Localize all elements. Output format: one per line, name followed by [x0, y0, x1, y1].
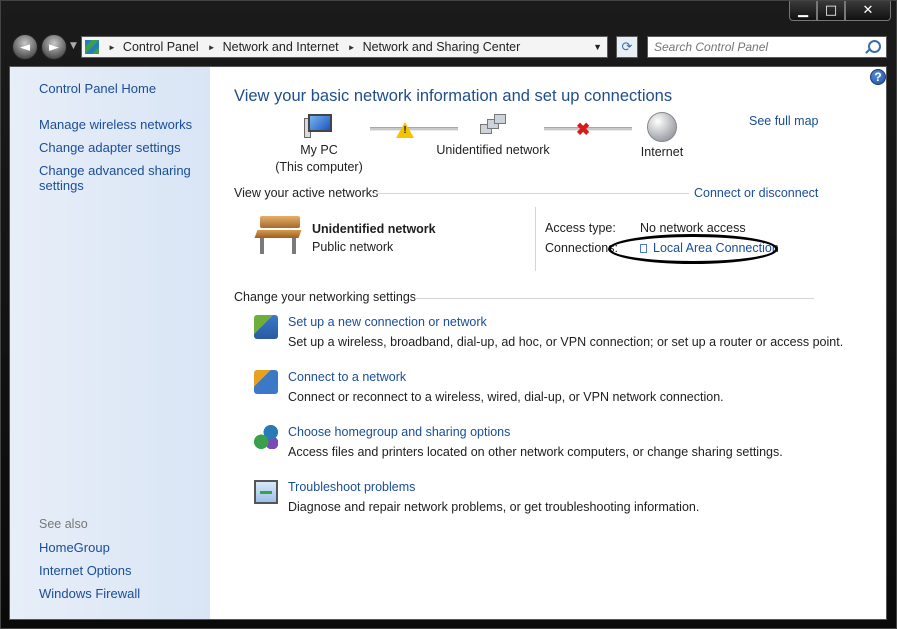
disconnected-x-icon[interactable]: ✖ — [576, 120, 590, 140]
see-also-internet-options-link[interactable]: Internet Options — [39, 563, 132, 578]
search-input[interactable] — [654, 40, 859, 54]
minimize-icon: ▁ — [798, 3, 808, 18]
task-description: Diagnose and repair network problems, or… — [288, 500, 700, 514]
maximize-icon: □ — [824, 3, 838, 18]
forward-button[interactable]: ► — [41, 34, 67, 60]
refresh-button[interactable]: ⟳ — [616, 36, 638, 58]
troubleshoot-icon — [254, 480, 278, 504]
computer-icon — [304, 114, 334, 138]
close-button[interactable]: ✕ — [845, 1, 891, 21]
breadcrumb-separator-icon[interactable]: ► — [208, 43, 216, 52]
main-panel: ? View your basic network information an… — [210, 67, 886, 619]
see-also-heading: See also — [39, 517, 88, 531]
see-full-map-link[interactable]: See full map — [749, 114, 818, 128]
active-network-name: Unidentified network — [312, 222, 436, 236]
breadcrumb-separator-icon[interactable]: ► — [108, 43, 116, 52]
warning-exclamation: ! — [403, 125, 407, 136]
breadcrumb-network-and-sharing-center[interactable]: Network and Sharing Center — [363, 40, 521, 54]
navigation-bar: ◄ ► ▼ ► Control Panel ► Network and Inte… — [12, 34, 887, 60]
public-network-bench-icon — [252, 214, 302, 256]
sidebar-item-control-panel-home[interactable]: Control Panel Home — [39, 81, 156, 96]
see-also-homegroup-link[interactable]: HomeGroup — [39, 540, 110, 555]
maximize-button[interactable]: □ — [817, 1, 845, 21]
search-box — [647, 36, 887, 58]
search-icon[interactable] — [868, 40, 881, 53]
close-icon: ✕ — [862, 3, 874, 18]
set-up-connection-link[interactable]: Set up a new connection or network — [288, 315, 487, 329]
task-description: Access files and printers located on oth… — [288, 445, 783, 459]
connect-or-disconnect-link[interactable]: Connect or disconnect — [694, 186, 818, 200]
address-bar[interactable]: ► Control Panel ► Network and Internet ►… — [81, 36, 608, 58]
sidebar-item-change-adapter-settings[interactable]: Change adapter settings — [39, 140, 181, 155]
network-icon — [478, 114, 508, 138]
access-type-label: Access type: — [545, 221, 616, 235]
window: ▁ □ ✕ ◄ ► ▼ ► Control Panel ► Network an… — [0, 0, 897, 629]
section-divider — [373, 193, 689, 194]
map-internet-label: Internet — [640, 145, 684, 159]
breadcrumb-network-and-internet[interactable]: Network and Internet — [223, 40, 339, 54]
back-button[interactable]: ◄ — [12, 34, 38, 60]
see-also-windows-firewall-link[interactable]: Windows Firewall — [39, 586, 140, 601]
sidebar-item-manage-wireless-networks[interactable]: Manage wireless networks — [39, 117, 192, 132]
map-node-my-pc[interactable]: My PC (This computer) — [269, 114, 369, 176]
refresh-icon: ⟳ — [621, 39, 633, 55]
homegroup-icon — [254, 425, 278, 449]
connect-to-network-link[interactable]: Connect to a network — [288, 370, 406, 384]
page-title: View your basic network information and … — [234, 87, 673, 105]
map-pc-sublabel: (This computer) — [275, 160, 363, 174]
task-description: Connect or reconnect to a wireless, wire… — [288, 390, 724, 404]
network-location-type[interactable]: Public network — [312, 240, 393, 254]
access-type-value: No network access — [640, 221, 746, 235]
sidebar: Control Panel Home Manage wireless netwo… — [10, 67, 210, 619]
sidebar-item-change-advanced-sharing-settings[interactable]: Change advanced sharing settings — [39, 163, 199, 193]
map-node-unidentified-network[interactable]: Unidentified network — [433, 114, 553, 159]
globe-icon — [647, 112, 677, 142]
networking-settings-heading: Change your networking settings — [234, 290, 417, 304]
active-networks-heading: View your active networks — [234, 186, 379, 200]
map-node-internet[interactable]: Internet — [630, 112, 694, 161]
address-dropdown-icon[interactable]: ▼ — [593, 42, 602, 52]
homegroup-sharing-link[interactable]: Choose homegroup and sharing options — [288, 425, 510, 439]
recent-pages-dropdown[interactable]: ▼ — [70, 41, 77, 51]
caption-buttons: ▁ □ ✕ — [789, 1, 891, 21]
map-pc-label: My PC — [300, 143, 338, 157]
section-divider — [415, 298, 814, 299]
back-arrow-icon: ◄ — [20, 39, 30, 55]
troubleshoot-problems-link[interactable]: Troubleshoot problems — [288, 480, 415, 494]
task-description: Set up a wireless, broadband, dial-up, a… — [288, 335, 844, 349]
vertical-divider — [535, 207, 536, 271]
forward-arrow-icon: ► — [49, 39, 59, 55]
breadcrumb-separator-icon[interactable]: ► — [348, 43, 356, 52]
control-panel-icon — [85, 40, 99, 54]
map-network-label: Unidentified network — [436, 143, 550, 157]
breadcrumb-control-panel[interactable]: Control Panel — [123, 40, 199, 54]
help-icon[interactable]: ? — [870, 69, 886, 85]
content-pane: Control Panel Home Manage wireless netwo… — [9, 66, 887, 620]
new-connection-icon — [254, 315, 278, 339]
minimize-button[interactable]: ▁ — [789, 1, 817, 21]
highlight-annotation-oval — [608, 234, 778, 264]
connect-network-icon — [254, 370, 278, 394]
